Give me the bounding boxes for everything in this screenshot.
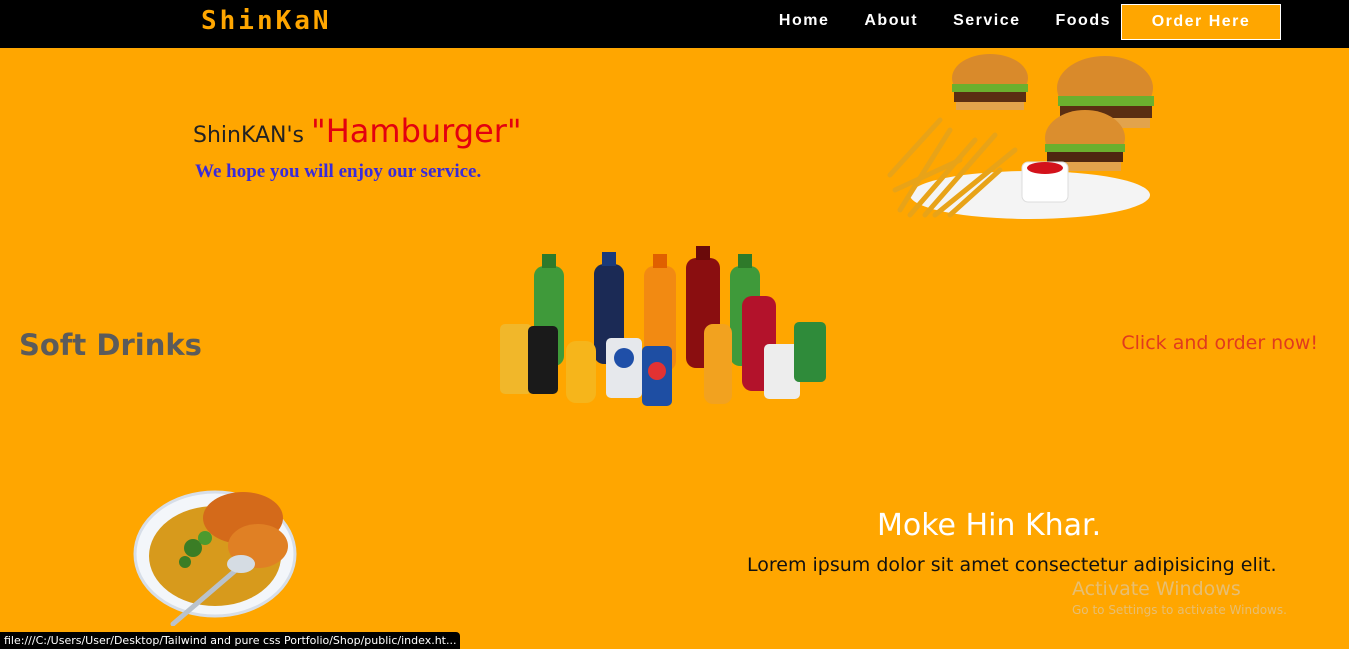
activate-windows-watermark: Activate Windows Go to Settings to activ… bbox=[1072, 578, 1287, 617]
nav-link-about[interactable]: About bbox=[864, 12, 918, 30]
hero-section: ShinKAN's "Hamburger" We hope you will e… bbox=[0, 48, 1349, 246]
nav-link-home[interactable]: Home bbox=[779, 12, 829, 30]
nav-links: Home About Service Foods bbox=[779, 12, 1111, 30]
soft-drinks-title: Soft Drinks bbox=[19, 328, 202, 362]
nav-link-foods[interactable]: Foods bbox=[1056, 12, 1112, 30]
hero-subtitle: We hope you will enjoy our service. bbox=[195, 161, 482, 182]
burger-fries-image bbox=[887, 54, 1154, 219]
curry-bowl-image bbox=[133, 490, 297, 626]
watermark-title: Activate Windows bbox=[1072, 578, 1241, 600]
curry-section: Moke Hin Khar. Lorem ipsum dolor sit ame… bbox=[0, 446, 1349, 649]
hero-title-highlight: "Hamburger" bbox=[311, 112, 522, 150]
top-navbar: ShinKaN Home About Service Foods Order H… bbox=[0, 0, 1349, 48]
hero-title-prefix: ShinKAN's bbox=[193, 123, 312, 148]
order-here-button[interactable]: Order Here bbox=[1121, 4, 1281, 40]
watermark-subtitle: Go to Settings to activate Windows. bbox=[1072, 603, 1287, 617]
nav-link-service[interactable]: Service bbox=[953, 12, 1020, 30]
click-order-now-link[interactable]: Click and order now! bbox=[1121, 332, 1318, 354]
soft-drinks-image bbox=[500, 246, 826, 406]
hero-title: ShinKAN's "Hamburger" bbox=[193, 112, 522, 150]
soft-drinks-section: Soft Drinks Click and order now! bbox=[0, 246, 1349, 446]
brand-logo[interactable]: ShinKaN bbox=[201, 6, 332, 36]
browser-status-url: file:///C:/Users/User/Desktop/Tailwind a… bbox=[0, 632, 461, 649]
curry-description: Lorem ipsum dolor sit amet consectetur a… bbox=[747, 554, 1277, 576]
curry-title: Moke Hin Khar. bbox=[877, 508, 1102, 543]
